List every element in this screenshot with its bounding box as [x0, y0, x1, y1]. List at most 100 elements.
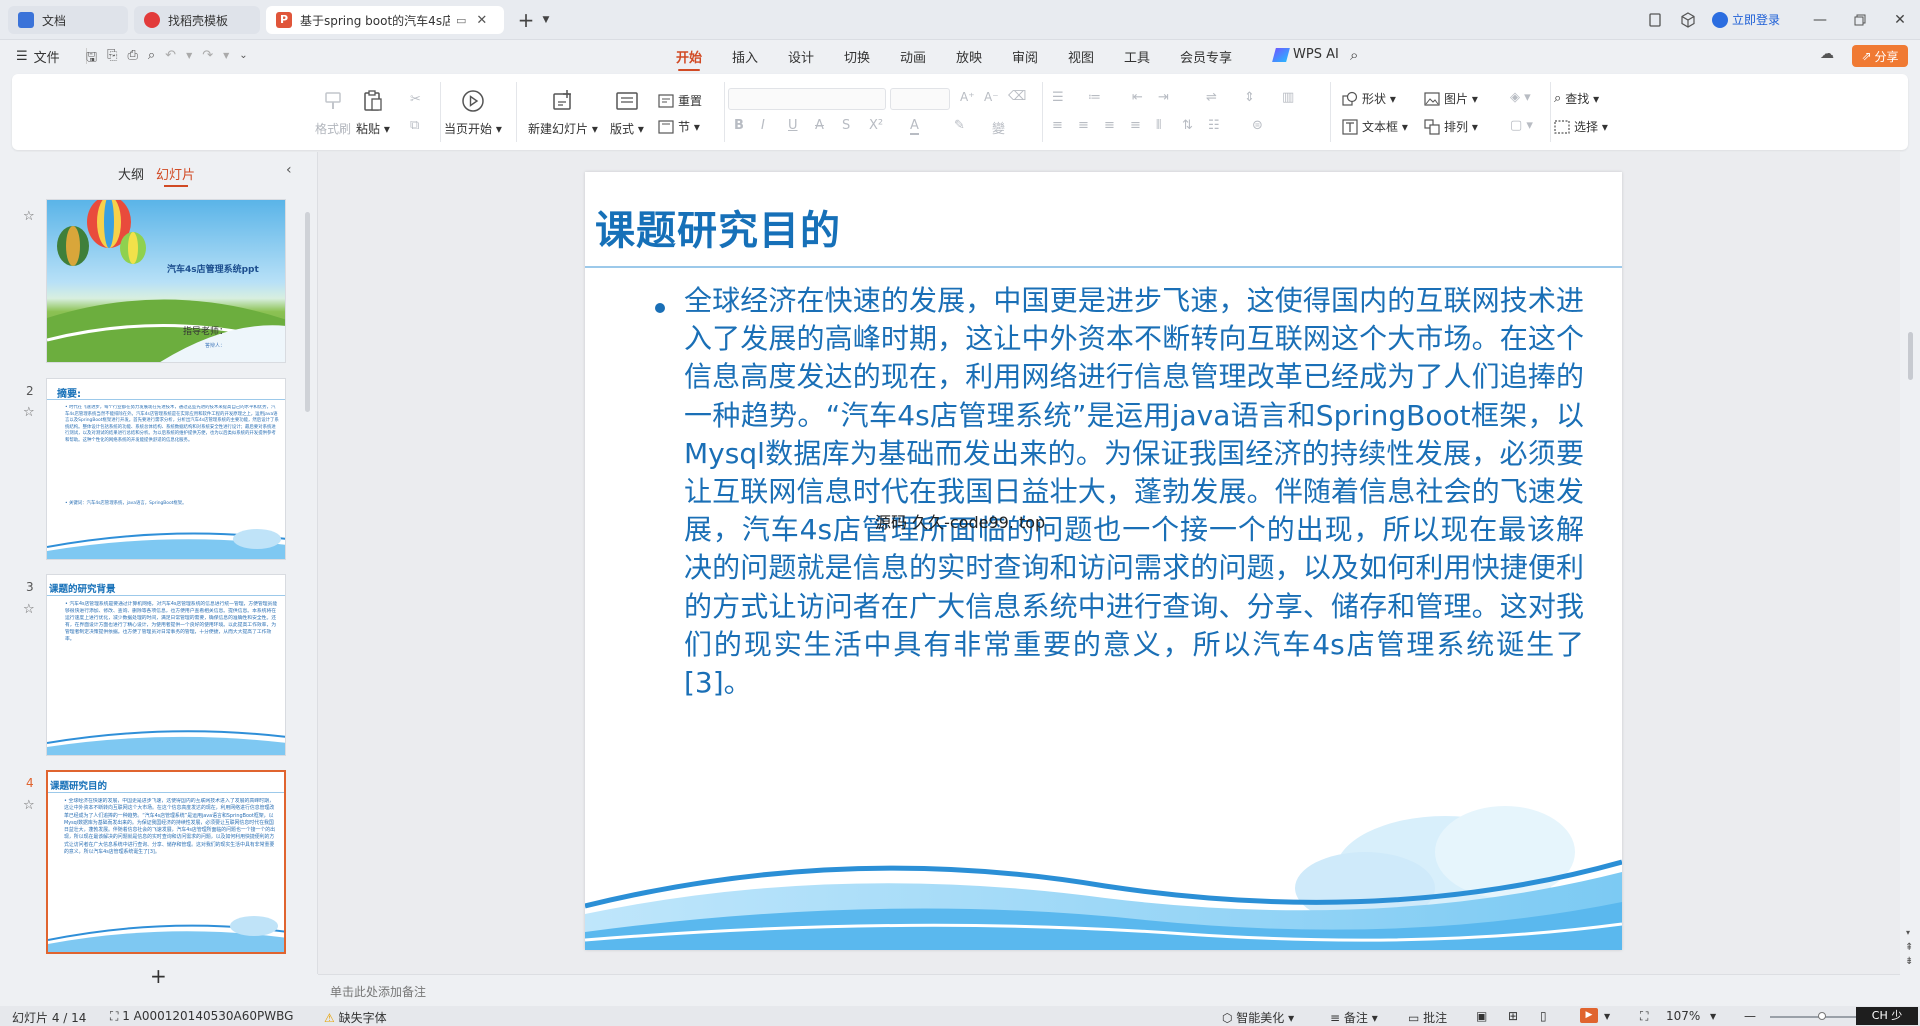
bullets-icon[interactable]: ☰: [1052, 90, 1064, 105]
underline-icon[interactable]: U: [788, 118, 798, 133]
panel-scrollbar[interactable]: [305, 212, 310, 412]
increase-indent-icon[interactable]: ⇥: [1158, 90, 1169, 105]
slide-thumbnail-1[interactable]: 汽车4s店管理系统ppt 指导老师： 答辩人：: [46, 199, 286, 363]
font-name-select[interactable]: [728, 88, 886, 110]
from-current-button[interactable]: 当页开始 ▾: [444, 88, 502, 137]
chevron-down-icon[interactable]: ▼: [223, 48, 229, 70]
slide-thumbnail-3[interactable]: 课题的研究背景 • 汽车4s店管理系统是要通过计算机网络，对汽车4s店管理系统的…: [46, 574, 286, 756]
prev-slide-icon[interactable]: ⇞: [1905, 942, 1913, 953]
tab-tools[interactable]: 工具: [1124, 47, 1150, 66]
tab-view[interactable]: 视图: [1068, 47, 1094, 66]
slide-title[interactable]: 课题研究目的: [595, 198, 841, 256]
distribute-icon[interactable]: ⫴: [1156, 118, 1161, 133]
slide-thumbnail-4[interactable]: 课题研究目的 • 全球经济在快速的发展，中国更是进步飞速，这使得国内的互联网技术…: [46, 770, 286, 954]
section-button[interactable]: 节 ▾: [658, 118, 700, 135]
tab-design[interactable]: 设计: [788, 47, 814, 66]
collapse-panel-icon[interactable]: ‹: [286, 162, 292, 178]
slide-thumbnail-2[interactable]: 摘要: • 时代在飞速进步，每个行业都在努力发展现在先进技术，通过这些先进的技术…: [46, 378, 286, 560]
undo-icon[interactable]: ↶: [165, 48, 176, 70]
export-icon[interactable]: ⎘: [107, 48, 117, 70]
smart-beautify-button[interactable]: ⬡ 智能美化 ▾: [1222, 1009, 1294, 1026]
paste-button[interactable]: 粘贴 ▾: [356, 88, 390, 137]
vertical-align-icon[interactable]: ⇅: [1182, 118, 1193, 133]
slide-body-text[interactable]: 全球经济在快速的发展，中国更是进步飞速，这使得国内的互联网技术进入了发展的高峰时…: [684, 282, 1584, 702]
shadow-icon[interactable]: S: [842, 118, 850, 133]
font-size-select[interactable]: [890, 88, 950, 110]
tab-insert[interactable]: 插入: [732, 47, 758, 66]
restore-icon[interactable]: [1850, 10, 1870, 30]
canvas-scrollbar[interactable]: ▾ ⇞ ⇟: [1900, 152, 1920, 974]
line-spacing-icon[interactable]: ⇕: [1244, 90, 1255, 105]
copy-icon[interactable]: ⧉: [410, 118, 419, 133]
tab-slideshow[interactable]: 放映: [956, 47, 982, 66]
paragraph-spacing-icon[interactable]: ☷: [1208, 118, 1220, 133]
scroll-down-icon[interactable]: ▾: [1906, 928, 1910, 937]
justify-icon[interactable]: ≡: [1130, 118, 1141, 133]
superscript-icon[interactable]: X²: [869, 118, 883, 133]
find-button[interactable]: ⌕ 查找 ▾: [1554, 90, 1599, 107]
fit-window-icon[interactable]: ⛶: [1640, 1009, 1648, 1024]
window-close-icon[interactable]: ✕: [1890, 10, 1910, 30]
print-preview-icon[interactable]: ⌕: [148, 48, 155, 70]
file-menu[interactable]: ☰ 文件: [16, 47, 60, 66]
tab-animations[interactable]: 动画: [900, 47, 926, 66]
star-icon[interactable]: ☆: [23, 405, 35, 420]
star-icon[interactable]: ☆: [23, 798, 35, 813]
window-layout-icon[interactable]: [1645, 10, 1665, 30]
cloud-upload-icon[interactable]: ☁: [1820, 46, 1834, 62]
zoom-out-icon[interactable]: —: [1744, 1009, 1756, 1023]
format-painter-button[interactable]: 格式刷: [315, 88, 351, 137]
tab-transitions[interactable]: 切换: [844, 47, 870, 66]
smartart-icon[interactable]: ⊜: [1252, 118, 1263, 133]
minimize-icon[interactable]: —: [1810, 10, 1830, 30]
cut-icon[interactable]: ✂: [410, 92, 421, 107]
box-icon[interactable]: [1678, 10, 1698, 30]
textbox-button[interactable]: 文本框 ▾: [1342, 118, 1408, 135]
add-slide-button[interactable]: +: [150, 964, 167, 988]
chevron-down-icon[interactable]: ▼: [1604, 1012, 1610, 1021]
chevron-down-icon[interactable]: ▼: [1710, 1012, 1716, 1021]
more-icon[interactable]: ⌄: [239, 48, 247, 70]
outline-icon[interactable]: ▢ ▾: [1510, 118, 1533, 133]
arrange-button[interactable]: 排列 ▾: [1424, 118, 1478, 135]
italic-icon[interactable]: I: [761, 118, 765, 133]
star-icon[interactable]: ☆: [23, 602, 35, 617]
shape-button[interactable]: 形状 ▾: [1342, 90, 1396, 107]
align-center-icon[interactable]: ≡: [1078, 118, 1089, 133]
align-left-icon[interactable]: ≡: [1052, 118, 1063, 133]
clear-format-icon[interactable]: ⌫: [1008, 89, 1026, 104]
decrease-indent-icon[interactable]: ⇤: [1132, 90, 1143, 105]
print-icon[interactable]: ⎙: [127, 48, 137, 70]
normal-view-icon[interactable]: ▣: [1476, 1009, 1487, 1023]
reading-view-icon[interactable]: ▯: [1540, 1009, 1547, 1023]
align-right-icon[interactable]: ≡: [1104, 118, 1115, 133]
new-tab-icon[interactable]: +: [516, 8, 536, 32]
slide[interactable]: 课题研究目的 全球经济在快速的发展，中国更是进步飞速，这使得国内的互联网技术进入…: [585, 172, 1622, 950]
numbering-icon[interactable]: ≔: [1088, 90, 1101, 105]
new-slide-button[interactable]: 新建幻灯片 ▾: [528, 88, 598, 137]
wps-ai-button[interactable]: WPS AI: [1272, 47, 1339, 62]
tab-outline[interactable]: 大纲: [118, 164, 144, 183]
ime-indicator[interactable]: CH 少: [1856, 1007, 1918, 1025]
star-icon[interactable]: ☆: [23, 209, 35, 224]
font-color-icon[interactable]: A: [910, 118, 919, 135]
reset-button[interactable]: 重置: [658, 92, 702, 109]
tab-presentation[interactable]: P 基于spring boot的汽车4s店 ▭ ✕: [266, 6, 504, 34]
chevron-down-icon[interactable]: ▼: [536, 10, 556, 30]
tab-review[interactable]: 审阅: [1012, 47, 1038, 66]
fill-icon[interactable]: ◈ ▾: [1510, 90, 1531, 105]
next-slide-icon[interactable]: ⇟: [1905, 956, 1913, 967]
close-icon[interactable]: ✕: [476, 13, 487, 28]
chevron-down-icon[interactable]: ▼: [186, 48, 192, 70]
login-button[interactable]: 立即登录: [1712, 11, 1780, 28]
missing-font-button[interactable]: ⚠ 缺失字体: [324, 1009, 387, 1026]
char-spacing-icon[interactable]: 變: [992, 118, 1005, 137]
select-button[interactable]: 选择 ▾: [1554, 118, 1608, 135]
slideshow-icon[interactable]: ▶: [1580, 1008, 1598, 1023]
zoom-level[interactable]: 107%: [1666, 1009, 1700, 1023]
search-icon[interactable]: ⌕: [1350, 46, 1358, 64]
save-icon[interactable]: 🖫: [86, 48, 97, 70]
decrease-font-icon[interactable]: A⁻: [984, 90, 999, 104]
picture-button[interactable]: 图片 ▾: [1424, 90, 1478, 107]
tab-templates[interactable]: 找稻壳模板: [134, 6, 260, 34]
